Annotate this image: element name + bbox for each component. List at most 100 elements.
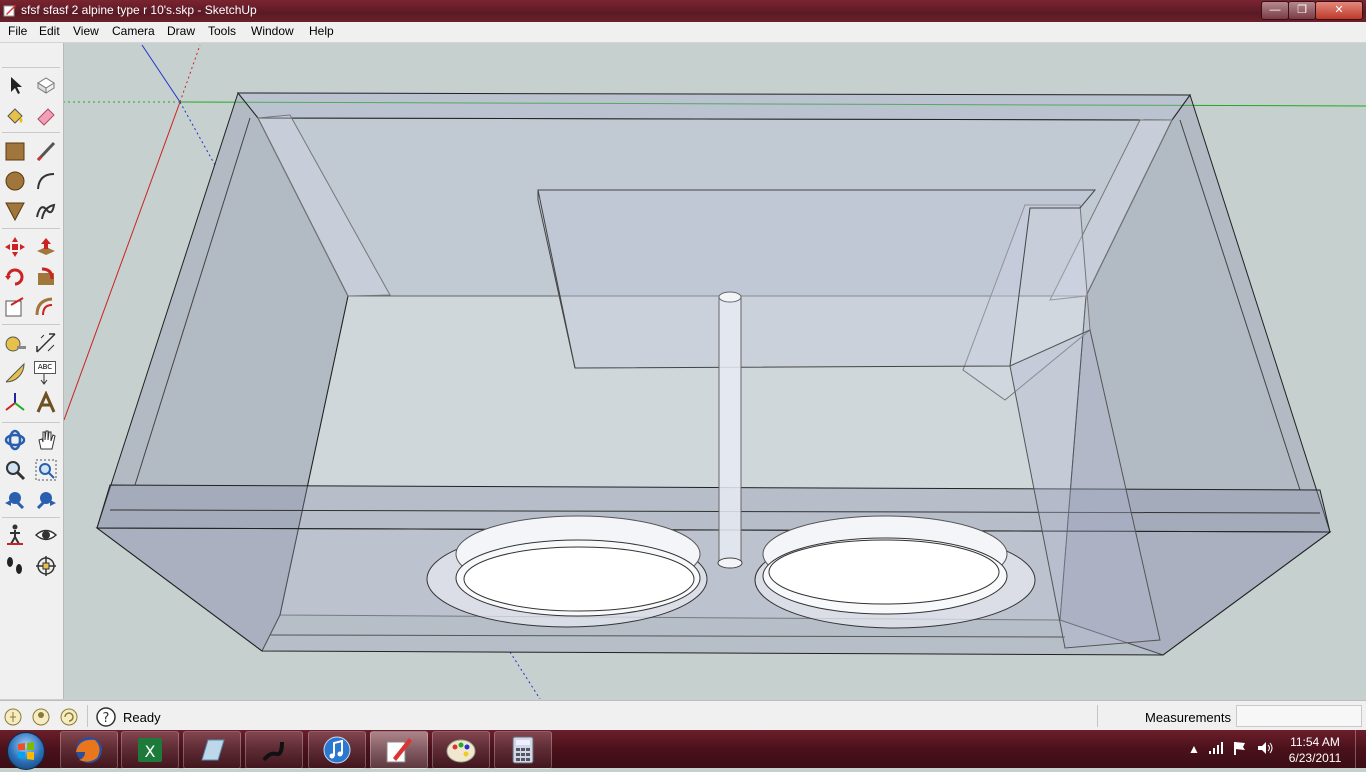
menu-help[interactable]: Help xyxy=(309,24,334,38)
menu-file[interactable]: File xyxy=(8,24,27,38)
taskbar-app[interactable] xyxy=(183,731,241,769)
menu-bar: File Edit View Camera Draw Tools Window … xyxy=(0,22,1366,43)
status-divider xyxy=(1097,705,1098,727)
previous-view-tool-icon[interactable] xyxy=(3,488,27,512)
circle-tool-icon[interactable] xyxy=(3,169,27,193)
protractor-tool-icon[interactable] xyxy=(3,361,27,385)
credits-icon[interactable] xyxy=(32,708,50,726)
system-clock[interactable]: 11:54 AM 6/23/2011 xyxy=(1284,734,1346,766)
paint-bucket-tool-icon[interactable] xyxy=(3,104,27,128)
pan-tool-icon[interactable] xyxy=(34,428,58,452)
taskbar-app-2[interactable] xyxy=(245,731,303,769)
tray-show-hidden-icon[interactable]: ▲ xyxy=(1188,742,1200,756)
geo-location-icon[interactable] xyxy=(4,708,22,726)
model-canvas[interactable] xyxy=(64,43,1366,699)
tape-measure-tool-icon[interactable] xyxy=(3,331,27,355)
text-tool-arrow-icon xyxy=(40,374,48,385)
menu-camera[interactable]: Camera xyxy=(112,24,155,38)
zoom-extents-tool-icon[interactable] xyxy=(34,488,58,512)
push-pull-tool-icon[interactable] xyxy=(34,235,58,259)
sketchup-app-icon xyxy=(3,5,16,17)
instructor-help-icon[interactable]: ? xyxy=(96,707,116,727)
line-tool-icon[interactable] xyxy=(34,139,58,163)
3d-text-tool-icon[interactable] xyxy=(34,391,58,415)
svg-text:X: X xyxy=(145,742,156,761)
maximize-button[interactable]: ❐ xyxy=(1288,1,1316,20)
menu-edit[interactable]: Edit xyxy=(39,24,60,38)
rectangle-tool-icon[interactable] xyxy=(3,139,27,163)
brace-dowel[interactable] xyxy=(717,291,743,569)
follow-me-tool-icon[interactable] xyxy=(34,265,58,289)
wand-icon xyxy=(262,741,284,762)
menu-view[interactable]: View xyxy=(73,24,99,38)
zoom-window-tool-icon[interactable] xyxy=(34,458,58,482)
status-message: Ready xyxy=(123,710,161,725)
position-camera-tool-icon[interactable] xyxy=(3,554,27,578)
volume-icon[interactable] xyxy=(1256,740,1274,756)
offset-tool-icon[interactable] xyxy=(34,295,58,319)
arc-tool-icon[interactable] xyxy=(34,169,58,193)
windows-logo-icon xyxy=(18,742,34,760)
polygon-tool-icon[interactable] xyxy=(3,199,27,223)
text-tool-label: ABC xyxy=(34,361,56,374)
eraser-tool-icon[interactable] xyxy=(34,104,58,128)
status-divider xyxy=(87,705,88,727)
menu-draw[interactable]: Draw xyxy=(167,24,195,38)
taskbar-itunes[interactable] xyxy=(308,731,366,769)
toolbar-separator xyxy=(2,422,60,423)
rotate-tool-icon[interactable] xyxy=(3,265,27,289)
toolbar-separator xyxy=(2,132,60,133)
axes-tool-icon[interactable] xyxy=(3,391,27,415)
title-bar: sfsf sfasf 2 alpine type r 10's.skp - Sk… xyxy=(0,0,1366,22)
scale-tool-icon[interactable] xyxy=(3,295,27,319)
firefox-icon xyxy=(76,737,102,763)
text-tool-icon[interactable]: ABC xyxy=(34,361,58,385)
dimension-tool-icon[interactable] xyxy=(34,331,58,355)
move-tool-icon[interactable] xyxy=(3,235,27,259)
toolbar-separator xyxy=(2,228,60,229)
action-center-flag-icon[interactable] xyxy=(1232,740,1248,756)
blue-axis-line xyxy=(141,44,181,103)
network-signal-icon[interactable] xyxy=(1208,741,1224,755)
minimize-button[interactable]: — xyxy=(1261,1,1289,20)
freehand-tool-icon[interactable] xyxy=(34,199,58,223)
document-app-icon xyxy=(201,739,225,761)
svg-text:?: ? xyxy=(103,711,110,726)
large-toolset-toolbar: ABC xyxy=(0,43,64,699)
red-axis-dashed xyxy=(179,44,201,103)
windows-taskbar: X ▲ 11:54 AM 6/23/2011 xyxy=(0,730,1366,770)
drawing-viewport[interactable] xyxy=(64,43,1366,699)
look-around-tool-icon[interactable] xyxy=(34,523,58,547)
zoom-tool-icon[interactable] xyxy=(3,458,27,482)
clock-time: 11:54 AM xyxy=(1290,735,1340,749)
taskbar-calculator[interactable] xyxy=(494,731,552,769)
window-title: sfsf sfasf 2 alpine type r 10's.skp - Sk… xyxy=(21,3,257,17)
sketchup-icon xyxy=(386,738,412,763)
taskbar-sketchup[interactable] xyxy=(370,731,428,769)
excel-icon: X xyxy=(138,738,162,762)
taskbar-paint[interactable] xyxy=(432,731,490,769)
sign-in-icon[interactable] xyxy=(60,708,78,726)
paint-palette-icon xyxy=(446,739,476,763)
itunes-icon xyxy=(323,736,351,764)
start-button[interactable] xyxy=(7,732,45,770)
calculator-icon xyxy=(512,736,534,764)
show-desktop-button[interactable] xyxy=(1355,730,1366,768)
measurements-input[interactable] xyxy=(1236,705,1362,727)
walk-tool-icon[interactable] xyxy=(3,523,27,547)
toolbar-separator xyxy=(2,517,60,518)
orbit-tool-icon[interactable] xyxy=(3,428,27,452)
menu-window[interactable]: Window xyxy=(251,24,294,38)
make-component-tool-icon[interactable] xyxy=(34,73,58,97)
menu-tools[interactable]: Tools xyxy=(208,24,236,38)
blue-axis-dashed xyxy=(179,101,216,166)
clock-date: 6/23/2011 xyxy=(1288,751,1342,765)
toolbar-grip[interactable] xyxy=(2,47,60,68)
close-button[interactable]: ✕ xyxy=(1315,1,1363,20)
taskbar-firefox[interactable] xyxy=(60,731,118,769)
section-plane-tool-icon[interactable] xyxy=(34,554,58,578)
blue-axis-dashed-bottom xyxy=(509,651,541,699)
taskbar-excel[interactable]: X xyxy=(121,731,179,769)
subwoofer-box-model[interactable] xyxy=(95,91,1332,656)
select-tool-icon[interactable] xyxy=(3,73,27,97)
